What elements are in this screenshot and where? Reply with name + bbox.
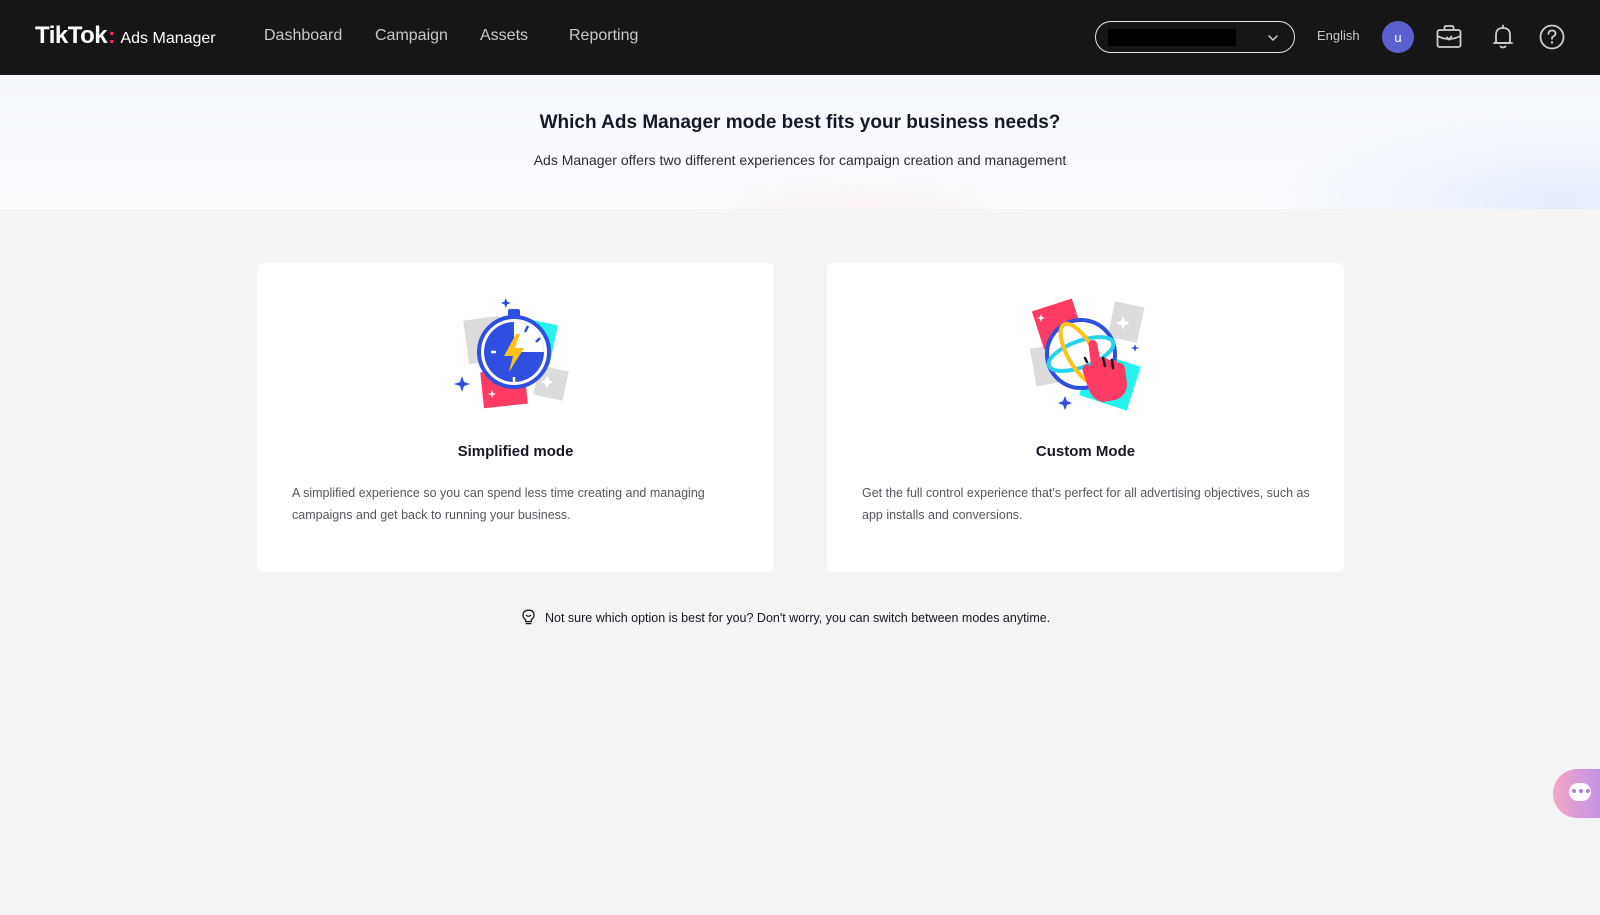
stopwatch-lightning-icon bbox=[454, 298, 569, 409]
page-subtitle: Ads Manager offers two different experie… bbox=[533, 152, 1067, 168]
account-name-redacted bbox=[1108, 29, 1236, 46]
logo-colon: : bbox=[108, 23, 116, 48]
chevron-down-icon bbox=[1268, 35, 1278, 41]
simplified-mode-card[interactable]: Simplified mode A simplified experience … bbox=[257, 263, 774, 572]
globe-hand-pointer-icon bbox=[1029, 298, 1145, 411]
hero-banner: Which Ads Manager mode best fits your bu… bbox=[0, 75, 1600, 209]
simplified-mode-title: Simplified mode bbox=[457, 443, 574, 460]
nav-campaign[interactable]: Campaign bbox=[375, 27, 448, 45]
avatar-letter: u bbox=[1394, 29, 1402, 45]
simplified-mode-description: A simplified experience so you can spend… bbox=[292, 486, 705, 522]
page-title: Which Ads Manager mode best fits your bu… bbox=[539, 112, 1061, 133]
language-selector[interactable]: English bbox=[1317, 28, 1360, 43]
nav-reporting[interactable]: Reporting bbox=[569, 27, 638, 45]
notification-bell-icon[interactable] bbox=[1488, 22, 1518, 52]
lightbulb-icon bbox=[522, 609, 535, 625]
top-navigation-bar: TikTok : Ads Manager Dashboard Campaign … bbox=[0, 0, 1600, 75]
help-icon[interactable] bbox=[1537, 22, 1567, 52]
custom-mode-description: Get the full control experience that's p… bbox=[862, 486, 1310, 522]
avatar[interactable]: u bbox=[1382, 21, 1414, 53]
tip-text: Not sure which option is best for you? D… bbox=[545, 610, 1051, 625]
tiktok-ads-manager-logo[interactable]: TikTok : Ads Manager bbox=[35, 22, 216, 50]
custom-mode-card[interactable]: Custom Mode Get the full control experie… bbox=[827, 263, 1344, 572]
custom-mode-title: Custom Mode bbox=[1035, 443, 1136, 460]
logo-brand: TikTok bbox=[35, 22, 108, 49]
switch-mode-tip: Not sure which option is best for you? D… bbox=[521, 609, 1050, 626]
chat-dots bbox=[1572, 789, 1590, 793]
chat-support-button[interactable] bbox=[1553, 769, 1600, 818]
logo-product: Ads Manager bbox=[120, 30, 216, 47]
account-selector[interactable] bbox=[1095, 21, 1295, 53]
nav-dashboard[interactable]: Dashboard bbox=[264, 27, 342, 45]
nav-assets[interactable]: Assets bbox=[480, 27, 528, 45]
business-center-icon[interactable] bbox=[1434, 22, 1464, 52]
